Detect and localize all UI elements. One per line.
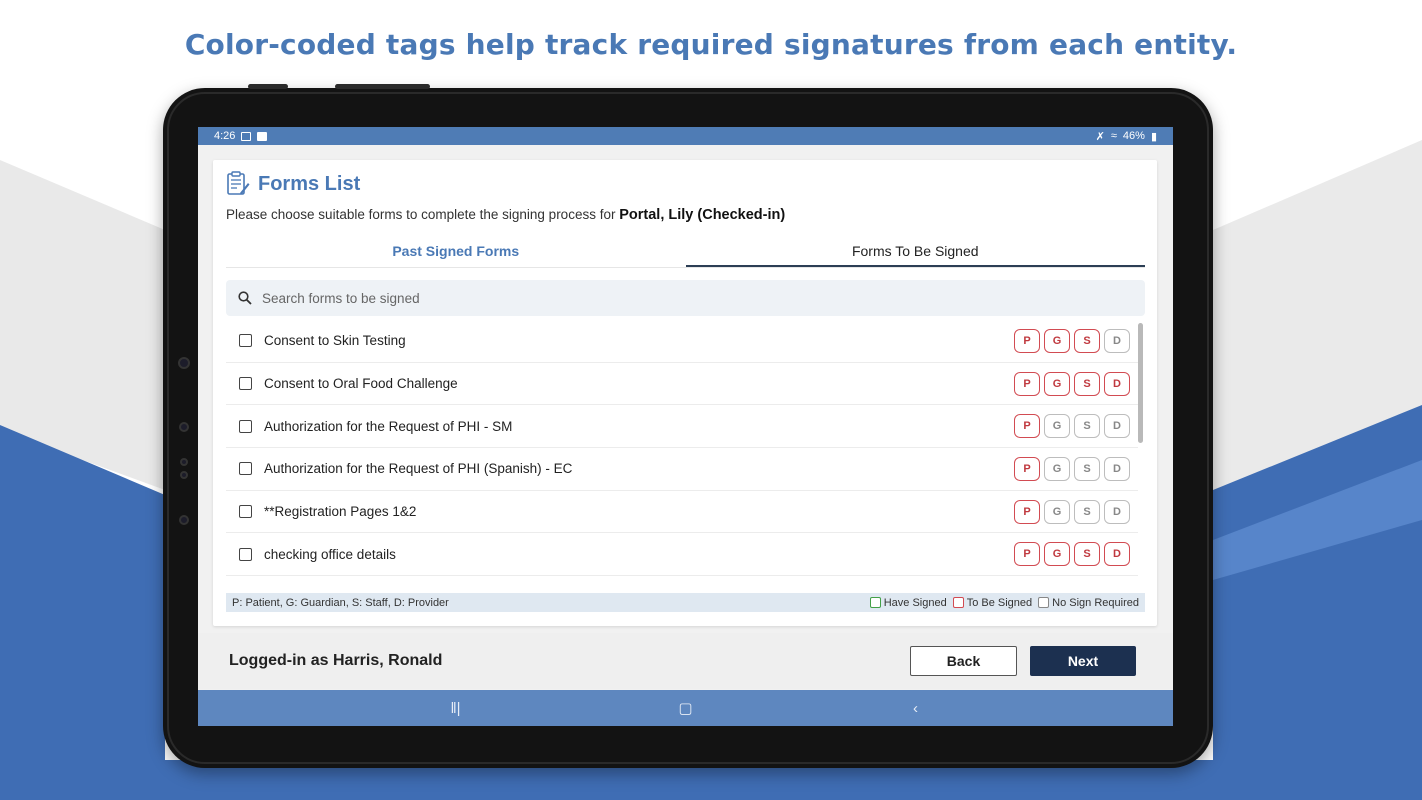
form-row[interactable]: **Registration Pages 1&2 P G S D [226,491,1138,534]
form-label: Consent to Oral Food Challenge [264,376,458,392]
green-box-icon [869,596,881,608]
signature-tag-d: D [1104,456,1130,481]
form-row[interactable]: Authorization for the Request of PHI - S… [226,405,1138,449]
status-bar: 4:26 ✗ ≈ 46% ▮ [198,127,1173,145]
form-checkbox[interactable] [239,547,252,561]
android-nav-bar: ‖| ▢ ‹ [198,690,1173,726]
form-row[interactable]: checking office details P G S D [226,533,1138,577]
legend-roles: P: Patient, G: Guardian, S: Staff, D: Pr… [232,596,449,609]
signature-tag-s: S [1074,414,1100,439]
signature-tag-g: G [1044,542,1070,567]
form-checkbox[interactable] [239,462,252,476]
form-label: **Registration Pages 1&2 [264,504,417,520]
legend-keys: Have Signed To Be Signed No Sign Require… [869,596,1139,609]
signature-tag-s: S [1074,371,1100,396]
signature-tags: PGSD [1014,456,1130,481]
tablet-button [335,84,430,89]
form-row[interactable]: Consent to Oral Food Challenge P G S D [226,363,1138,406]
patient-name: Portal, Lily (Checked-in) [619,207,786,223]
form-checkbox[interactable] [239,419,252,433]
signature-tag-g: G [1044,456,1070,481]
tablet-button [248,84,288,89]
signature-tag-d: D [1104,499,1130,524]
camera-icon [178,357,190,369]
card-header: Forms List [226,171,360,197]
subtitle-text: Please choose suitable forms to complete… [226,207,616,222]
battery-icon: ▮ [1150,130,1157,143]
signature-tag-d: D [1104,371,1130,396]
form-row[interactable]: Consent to Skin Testing P G S D [226,320,1138,363]
signature-tag-p: P [1014,499,1040,524]
signature-tag-p: P [1014,542,1040,567]
signature-tag-d: D [1104,414,1130,439]
tablet-screen: 4:26 ✗ ≈ 46% ▮ Forms List Please choose … [198,127,1173,726]
forms-card: Forms List Please choose suitable forms … [213,160,1157,626]
red-box-icon [952,596,964,608]
footer-bar: Logged-in as Harris, Ronald Back Next [198,633,1173,689]
form-label: checking office details [264,546,396,562]
signature-tag-g: G [1044,414,1070,439]
signature-tag-s: S [1074,499,1100,524]
sensor-icon [180,471,188,479]
form-checkbox[interactable] [239,505,252,519]
form-label: Authorization for the Request of PHI - S… [264,418,513,434]
legend-bar: P: Patient, G: Guardian, S: Staff, D: Pr… [226,593,1145,612]
sensor-icon [179,422,189,432]
signature-tag-g: G [1044,328,1070,353]
signature-tag-s: S [1074,542,1100,567]
search-input[interactable] [262,290,1062,306]
search-bar [226,280,1145,316]
back-nav-icon[interactable]: ‹ [896,700,936,717]
recent-apps-icon[interactable]: ‖| [436,700,476,717]
signature-tag-p: P [1014,371,1040,396]
back-button[interactable]: Back [910,646,1017,676]
signature-tag-p: P [1014,328,1040,353]
page-subtitle: Please choose suitable forms to complete… [226,207,785,223]
signature-tag-g: G [1044,499,1070,524]
forms-list-icon [227,171,250,195]
form-label: Consent to Skin Testing [264,333,406,349]
form-checkbox[interactable] [239,377,252,391]
next-button[interactable]: Next [1030,646,1136,676]
signature-tag-p: P [1014,414,1040,439]
gray-box-icon [1038,596,1050,608]
form-checkbox[interactable] [239,334,252,348]
signature-tag-s: S [1074,456,1100,481]
list-scrollbar[interactable] [1138,323,1143,443]
sensor-icon [180,458,188,466]
mute-icon: ✗ [1095,130,1105,143]
battery-level: 46% [1122,130,1145,142]
logged-in-label: Logged-in as Harris, Ronald [229,652,443,669]
search-icon [238,291,252,305]
check-icon [257,131,268,141]
wifi-icon: ≈ [1110,130,1117,142]
signature-tags: PGSD [1014,542,1130,567]
page-title: Forms List [258,172,361,195]
legend-to-be-signed: To Be Signed [952,596,1032,609]
legend-have-signed: Have Signed [869,596,947,609]
status-time: 4:26 [214,130,236,142]
tab-past-signed-forms[interactable]: Past Signed Forms [226,236,686,267]
tab-bar: Past Signed Forms Forms To Be Signed [226,236,1145,268]
signature-tag-s: S [1074,328,1100,353]
signature-tags: PGSD [1014,371,1130,396]
forms-list: Consent to Skin Testing P G S D Consent to Or… [226,320,1138,580]
headline: Color-coded tags help track required sig… [184,28,1238,61]
signature-tag-g: G [1044,371,1070,396]
signature-tags: PGSD [1014,328,1130,353]
signature-tag-d: D [1104,328,1130,353]
form-label: Authorization for the Request of PHI (Sp… [264,461,573,477]
home-icon[interactable]: ▢ [666,699,706,717]
tab-forms-to-be-signed[interactable]: Forms To Be Signed [685,236,1145,267]
signature-tag-p: P [1014,456,1040,481]
signature-tags: PGSD [1014,499,1130,524]
legend-no-sign: No Sign Required [1038,596,1139,609]
signature-tag-d: D [1104,542,1130,567]
gallery-icon [241,131,252,141]
form-row[interactable]: Authorization for the Request of PHI (Sp… [226,448,1138,491]
camera-icon [179,515,189,525]
signature-tags: PGSD [1014,414,1130,439]
